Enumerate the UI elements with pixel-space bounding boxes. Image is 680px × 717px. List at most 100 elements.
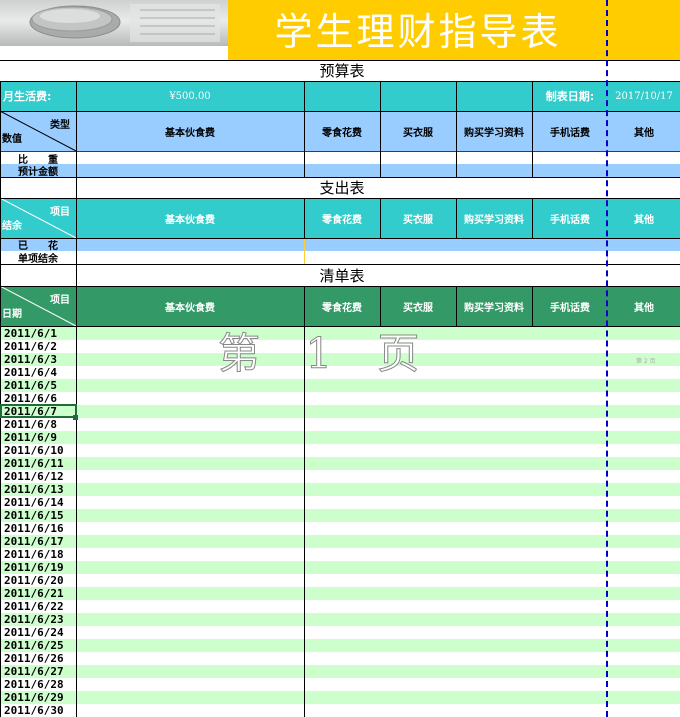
ledger-date-cell[interactable]: 2011/6/17 — [0, 535, 76, 548]
budget-col-snacks[interactable]: 零食花费 — [304, 111, 380, 151]
ledger-date-cell[interactable]: 2011/6/11 — [0, 457, 76, 470]
expense-row-balance-label[interactable]: 单项结余 — [0, 251, 76, 264]
ledger-date-cell[interactable]: 2011/6/9 — [0, 431, 76, 444]
ledger-row[interactable] — [0, 587, 680, 600]
ledger-row[interactable] — [0, 535, 680, 548]
grid-line — [532, 286, 533, 326]
ledger-row[interactable] — [0, 444, 680, 457]
ledger-date-cell[interactable]: 2011/6/19 — [0, 561, 76, 574]
ledger-date-cell[interactable]: 2011/6/23 — [0, 613, 76, 626]
budget-col-other[interactable]: 其他 — [608, 111, 680, 151]
ledger-row[interactable] — [0, 704, 680, 717]
ledger-col-clothes[interactable]: 买衣服 — [380, 286, 456, 326]
ledger-date-cell[interactable]: 2011/6/2 — [0, 340, 76, 353]
monthly-allowance-value[interactable]: ¥500.00 — [76, 81, 304, 111]
ledger-date-cell[interactable]: 2011/6/26 — [0, 652, 76, 665]
ledger-row[interactable] — [0, 678, 680, 691]
ledger-date-cell[interactable]: 2011/6/30 — [0, 704, 76, 717]
selected-cell[interactable] — [0, 404, 77, 418]
budget-col-clothes[interactable]: 买衣服 — [380, 111, 456, 151]
ledger-col-snacks[interactable]: 零食花费 — [304, 286, 380, 326]
ledger-diagonal-header[interactable]: 项目 日期 — [0, 286, 76, 326]
ledger-date-cell[interactable]: 2011/6/21 — [0, 587, 76, 600]
diagonal-line — [0, 111, 76, 151]
expense-col-phone[interactable]: 手机话费 — [532, 198, 608, 238]
expense-col-snacks[interactable]: 零食花费 — [304, 198, 380, 238]
ledger-date-cell[interactable]: 2011/6/28 — [0, 678, 76, 691]
ledger-row[interactable] — [0, 691, 680, 704]
expense-col-study[interactable]: 购买学习资料 — [456, 198, 532, 238]
ledger-date-cell[interactable]: 2011/6/27 — [0, 665, 76, 678]
ledger-date-cell[interactable]: 2011/6/15 — [0, 509, 76, 522]
ledger-diag-bottom: 日期 — [2, 309, 22, 320]
ledger-date-cell[interactable]: 2011/6/12 — [0, 470, 76, 483]
ledger-col-other[interactable]: 其他 — [608, 286, 680, 326]
expense-diagonal-header[interactable]: 项目 结余 — [0, 198, 76, 238]
ledger-date-cell[interactable]: 2011/6/20 — [0, 574, 76, 587]
ledger-row[interactable] — [0, 457, 680, 470]
ledger-date-cell[interactable]: 2011/6/22 — [0, 600, 76, 613]
fill-handle[interactable] — [73, 415, 78, 420]
ledger-date-cell[interactable]: 2011/6/16 — [0, 522, 76, 535]
grid-line — [456, 81, 457, 177]
ledger-row[interactable] — [0, 405, 680, 418]
ledger-date-cell[interactable]: 2011/6/5 — [0, 379, 76, 392]
date-value[interactable]: 2017/10/17 — [608, 81, 680, 111]
ledger-col-phone[interactable]: 手机话费 — [532, 286, 608, 326]
grid-line — [456, 198, 457, 238]
expense-col-clothes[interactable]: 买衣服 — [380, 198, 456, 238]
monthly-allowance-label[interactable]: 月生活费: — [0, 81, 76, 111]
date-label[interactable]: 制表日期: — [532, 81, 608, 111]
ledger-row[interactable] — [0, 600, 680, 613]
budget-col-food[interactable]: 基本伙食费 — [76, 111, 304, 151]
ledger-date-cell[interactable]: 2011/6/29 — [0, 691, 76, 704]
ledger-row[interactable] — [0, 652, 680, 665]
ledger-row[interactable] — [0, 483, 680, 496]
ledger-row[interactable] — [0, 561, 680, 574]
ledger-row[interactable] — [0, 548, 680, 561]
budget-col-study[interactable]: 购买学习资料 — [456, 111, 532, 151]
ledger-row[interactable] — [0, 522, 680, 535]
ledger-row[interactable] — [0, 509, 680, 522]
ledger-date-cell[interactable]: 2011/6/25 — [0, 639, 76, 652]
ledger-row[interactable] — [0, 574, 680, 587]
ledger-date-cell[interactable]: 2011/6/3 — [0, 353, 76, 366]
ledger-date-cell[interactable]: 2011/6/4 — [0, 366, 76, 379]
budget-row-estimate[interactable] — [76, 164, 680, 177]
ledger-row[interactable] — [0, 665, 680, 678]
grid-line — [0, 81, 680, 82]
ledger-date-cell[interactable]: 2011/6/24 — [0, 626, 76, 639]
ledger-date-cell[interactable]: 2011/6/10 — [0, 444, 76, 457]
ledger-date-cell[interactable]: 2011/6/1 — [0, 327, 76, 340]
ledger-row[interactable] — [0, 392, 680, 405]
ledger-row[interactable] — [0, 639, 680, 652]
ledger-col-study[interactable]: 购买学习资料 — [456, 286, 532, 326]
expense-row-spent-label[interactable]: 已 花 — [0, 238, 76, 251]
page-watermark-small: 第 2 页 — [636, 358, 656, 365]
budget-row-estimate-label[interactable]: 预计金额 — [0, 164, 76, 177]
expense-highlight-frame — [304, 238, 608, 264]
ledger-section-title: 清单表 — [76, 267, 608, 286]
ledger-row[interactable] — [0, 626, 680, 639]
budget-diagonal-header[interactable]: 类型 数值 — [0, 111, 76, 151]
ledger-date-cell[interactable]: 2011/6/13 — [0, 483, 76, 496]
budget-row-ratio[interactable] — [76, 151, 680, 164]
expense-col-other[interactable]: 其他 — [608, 198, 680, 238]
ledger-date-cell[interactable]: 2011/6/18 — [0, 548, 76, 561]
budget-row-ratio-label[interactable]: 比 重 — [0, 151, 76, 164]
ledger-row[interactable] — [0, 613, 680, 626]
ledger-row[interactable] — [0, 496, 680, 509]
budget-top-blank[interactable] — [304, 81, 532, 111]
budget-col-phone[interactable]: 手机话费 — [532, 111, 608, 151]
expense-diag-bottom: 结余 — [2, 221, 22, 232]
ledger-col-food[interactable]: 基本伙食费 — [76, 286, 304, 326]
ledger-row[interactable] — [0, 470, 680, 483]
grid-line — [380, 286, 381, 326]
ledger-date-cell[interactable]: 2011/6/14 — [0, 496, 76, 509]
ledger-row[interactable] — [0, 431, 680, 444]
ledger-row[interactable] — [0, 418, 680, 431]
grid-line — [76, 81, 77, 717]
expense-col-food[interactable]: 基本伙食费 — [76, 198, 304, 238]
coins-photo — [0, 0, 228, 46]
ledger-date-cell[interactable]: 2011/6/8 — [0, 418, 76, 431]
